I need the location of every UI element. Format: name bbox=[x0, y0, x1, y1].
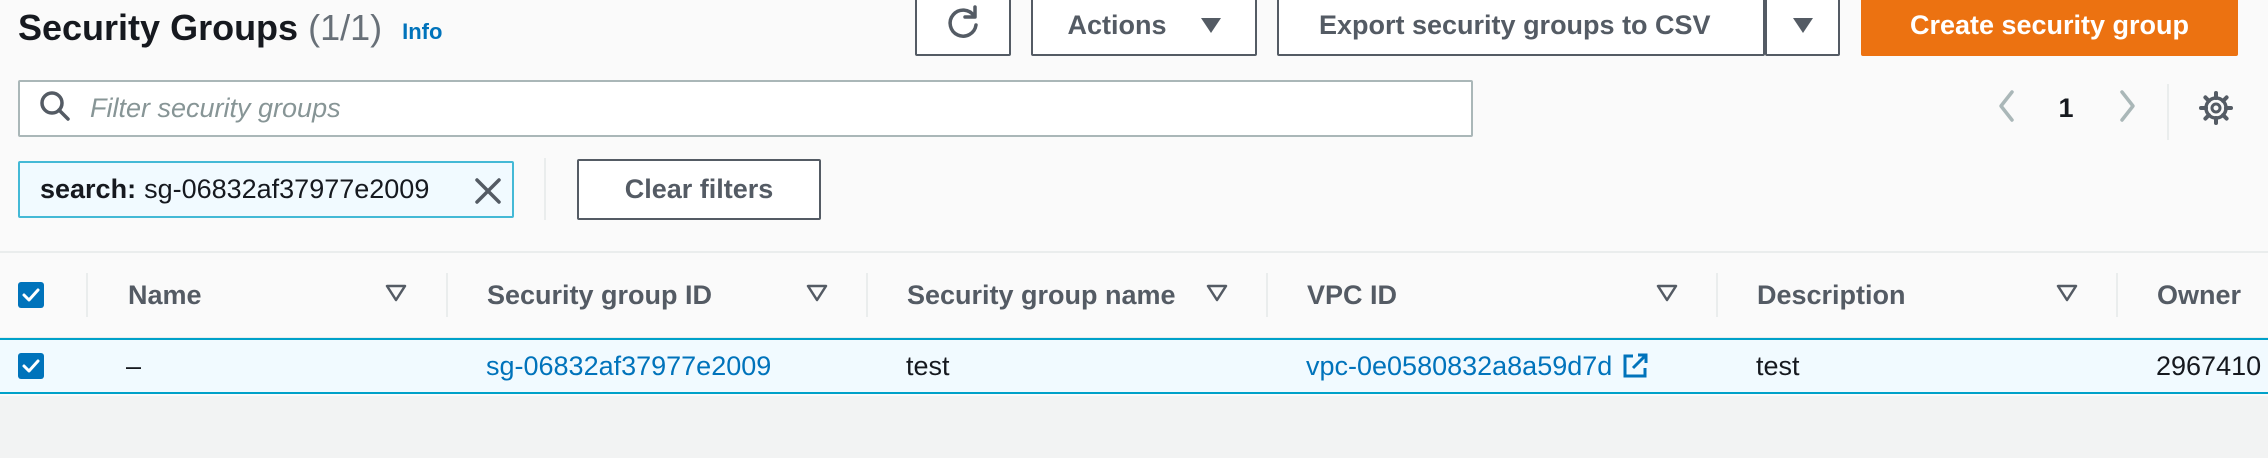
security-group-id-link[interactable]: sg-06832af37977e2009 bbox=[486, 340, 771, 392]
vpc-id-text: vpc-0e0580832a8a59d7d bbox=[1306, 350, 1613, 381]
export-csv-label: Export security groups to CSV bbox=[1319, 9, 1711, 40]
refresh-button[interactable] bbox=[915, 0, 1011, 56]
sort-icon[interactable] bbox=[1656, 284, 1678, 307]
select-all-checkbox[interactable] bbox=[18, 282, 44, 308]
export-csv-button[interactable]: Export security groups to CSV bbox=[1277, 0, 1765, 56]
gear-icon bbox=[2198, 90, 2234, 131]
preferences-button[interactable] bbox=[2196, 90, 2236, 130]
current-page-number[interactable]: 1 bbox=[2054, 90, 2078, 126]
info-link[interactable]: Info bbox=[402, 19, 442, 45]
close-icon bbox=[475, 178, 501, 204]
sort-icon[interactable] bbox=[806, 284, 828, 307]
cell-name: – bbox=[126, 350, 142, 381]
external-link-icon bbox=[1620, 351, 1650, 381]
column-divider bbox=[866, 273, 868, 317]
remove-filter-button[interactable] bbox=[470, 173, 506, 209]
pagination-divider bbox=[2167, 84, 2169, 140]
column-header-owner[interactable]: Owner bbox=[2157, 253, 2241, 337]
create-security-group-button[interactable]: Create security group bbox=[1861, 0, 2238, 56]
sort-icon[interactable] bbox=[385, 284, 407, 307]
checkmark-icon bbox=[22, 359, 40, 373]
row-select-checkbox[interactable] bbox=[18, 353, 44, 379]
export-options-dropdown-button[interactable] bbox=[1765, 0, 1840, 56]
page-title: Security Groups (1/1) bbox=[18, 7, 382, 49]
previous-page-button[interactable] bbox=[1990, 89, 2024, 128]
refresh-icon bbox=[944, 3, 982, 48]
vpc-id-link[interactable]: vpc-0e0580832a8a59d7d bbox=[1306, 340, 1650, 392]
checkmark-icon bbox=[22, 288, 40, 302]
column-header-name[interactable]: Name bbox=[128, 253, 202, 337]
cell-description: test bbox=[1756, 350, 1800, 381]
sort-icon[interactable] bbox=[1206, 284, 1228, 307]
table-row[interactable]: – sg-06832af37977e2009 test vpc-0e058083… bbox=[0, 338, 2268, 394]
caret-down-icon bbox=[1792, 17, 1813, 33]
page-title-text: Security Groups bbox=[18, 7, 299, 48]
chevron-left-icon bbox=[1996, 89, 2018, 128]
security-groups-panel: Security Groups (1/1) Info Actions Export… bbox=[0, 0, 2268, 396]
item-count: (1/1) bbox=[308, 7, 383, 48]
chevron-right-icon bbox=[2116, 89, 2138, 128]
filter-field[interactable] bbox=[18, 80, 1473, 137]
filter-token-value: sg-06832af37977e2009 bbox=[144, 174, 430, 204]
actions-dropdown-button[interactable]: Actions bbox=[1031, 0, 1257, 56]
page-header: Security Groups (1/1) Info bbox=[18, 6, 442, 50]
column-header-description[interactable]: Description bbox=[1757, 253, 1906, 337]
caret-down-icon bbox=[1200, 17, 1221, 33]
column-header-security-group-id[interactable]: Security group ID bbox=[487, 253, 712, 337]
filter-token-key: search: bbox=[40, 174, 137, 204]
cell-owner: 2967410 bbox=[2156, 350, 2262, 381]
column-header-security-group-name[interactable]: Security group name bbox=[907, 253, 1176, 337]
filter-token: search: sg-06832af37977e2009 bbox=[18, 161, 514, 218]
clear-filters-button[interactable]: Clear filters bbox=[577, 159, 821, 220]
next-page-button[interactable] bbox=[2110, 89, 2144, 128]
search-input[interactable] bbox=[88, 87, 1412, 130]
table-header: Name Security group ID Security group na… bbox=[0, 253, 2268, 339]
actions-label: Actions bbox=[1067, 9, 1167, 40]
column-divider bbox=[1266, 273, 1268, 317]
column-divider bbox=[2116, 273, 2118, 317]
cell-security-group-name: test bbox=[906, 350, 950, 381]
search-icon bbox=[20, 89, 72, 128]
column-divider bbox=[446, 273, 448, 317]
column-divider bbox=[86, 273, 88, 317]
filter-divider bbox=[544, 158, 546, 220]
sort-icon[interactable] bbox=[2056, 284, 2078, 307]
column-header-vpc-id[interactable]: VPC ID bbox=[1307, 253, 1397, 337]
column-divider bbox=[1716, 273, 1718, 317]
security-groups-page: Security Groups (1/1) Info Actions Export… bbox=[0, 0, 2268, 458]
